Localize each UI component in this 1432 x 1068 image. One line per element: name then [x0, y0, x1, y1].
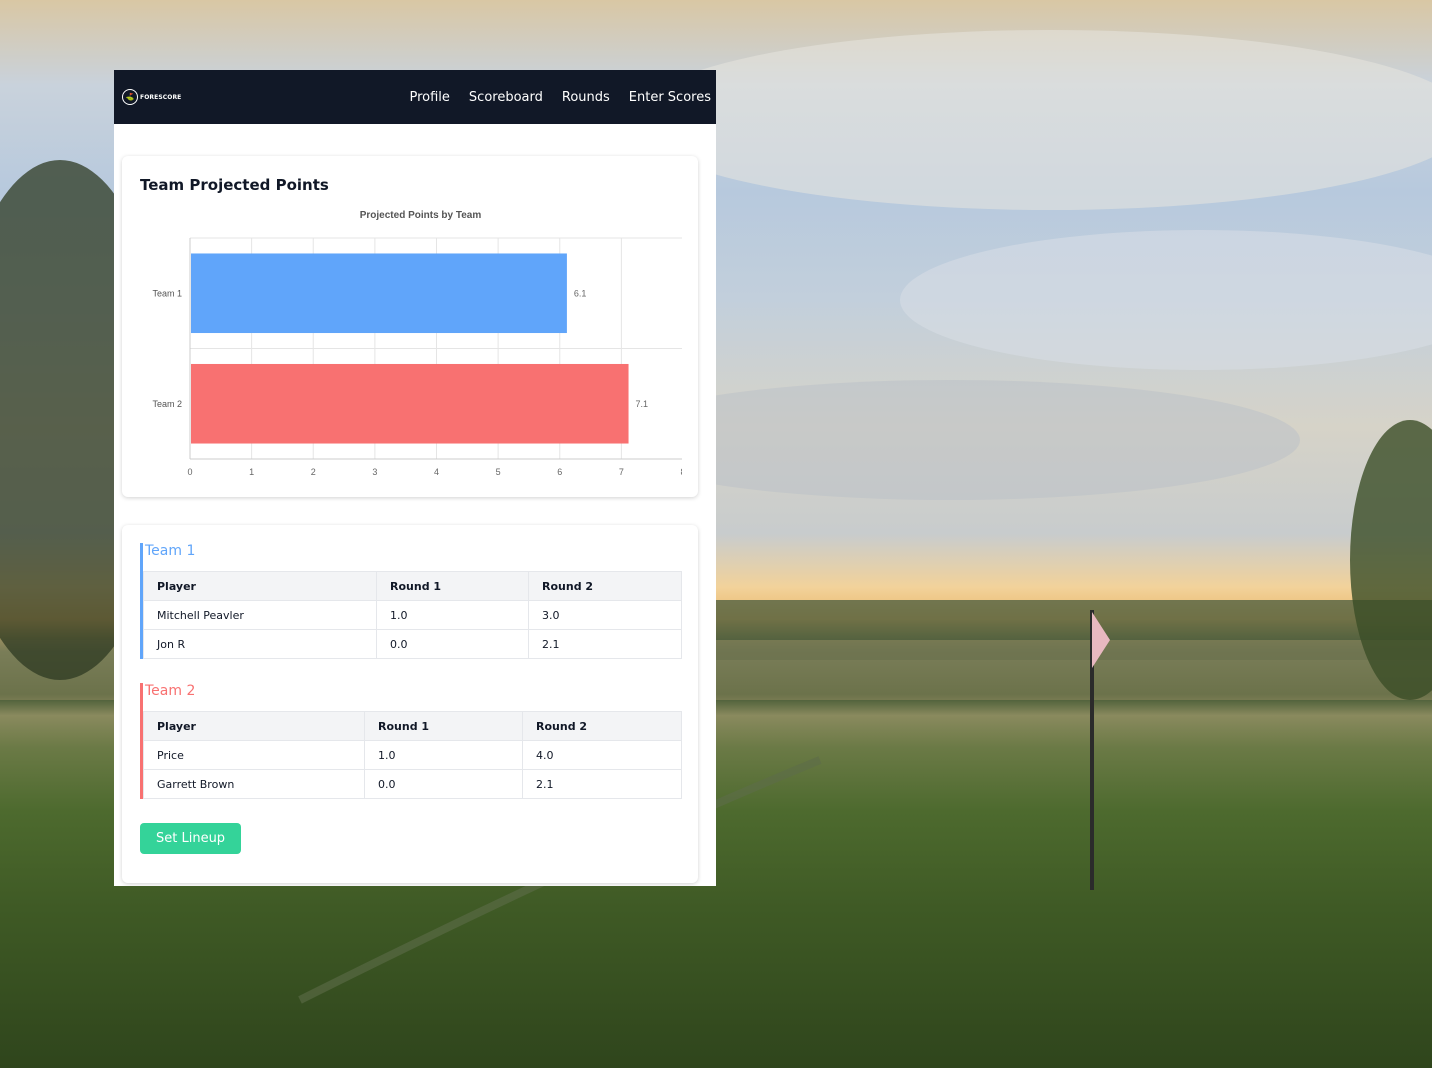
x-tick-label: 0	[187, 467, 192, 477]
table-row: Jon R 0.0 2.1	[143, 629, 682, 659]
x-tick-label: 1	[249, 467, 254, 477]
team-title: Team 1	[145, 543, 196, 559]
team-table: Player Round 1 Round 2 Mitchell Peavler 1.0 3…	[143, 571, 682, 659]
table-cell: Mitchell Peavler	[143, 600, 377, 630]
x-tick-label: 4	[434, 467, 439, 477]
column-header: Player	[143, 571, 377, 601]
team-title: Team 2	[145, 683, 196, 699]
column-header: Player	[143, 711, 365, 741]
table-cell: 0.0	[364, 769, 523, 799]
table-cell: 1.0	[364, 740, 523, 770]
table-row: Price 1.0 4.0	[143, 740, 682, 770]
nav-link-profile[interactable]: Profile	[410, 90, 450, 105]
teams-list: Team 1 Player Round 1 Round 2 Mitchell Peavl…	[140, 543, 682, 799]
table-cell: Garrett Brown	[143, 769, 365, 799]
bar	[191, 253, 567, 334]
chart-title: Projected Points by Team	[360, 210, 482, 221]
logo-icon: ⛳	[122, 89, 138, 105]
team-section: Team 1 Player Round 1 Round 2 Mitchell Peavl…	[140, 543, 682, 659]
top-navbar: ⛳ FORESCORE Profile Scoreboard Rounds En…	[114, 70, 716, 124]
table-cell: Jon R	[143, 629, 377, 659]
table-cell: 4.0	[522, 740, 682, 770]
table-cell: 2.1	[528, 629, 682, 659]
bar-value-label: 6.1	[574, 288, 587, 298]
x-tick-label: 2	[311, 467, 316, 477]
column-header: Round 1	[364, 711, 523, 741]
table-cell: 3.0	[528, 600, 682, 630]
table-row: Mitchell Peavler 1.0 3.0	[143, 600, 682, 630]
y-category-label: Team 2	[152, 399, 182, 409]
brand[interactable]: ⛳ FORESCORE	[122, 89, 181, 105]
teams-card: Team 1 Player Round 1 Round 2 Mitchell Peavl…	[122, 525, 698, 883]
table-cell: Price	[143, 740, 365, 770]
nav-link-enter-scores[interactable]: Enter Scores	[629, 90, 711, 105]
column-header: Round 1	[376, 571, 529, 601]
nav-link-scoreboard[interactable]: Scoreboard	[469, 90, 543, 105]
table-header-row: Player Round 1 Round 2	[143, 571, 682, 601]
column-header: Round 2	[522, 711, 682, 741]
x-tick-label: 6	[557, 467, 562, 477]
table-cell: 2.1	[522, 769, 682, 799]
bar	[191, 363, 629, 444]
card-title: Team Projected Points	[140, 176, 329, 194]
projected-points-chart: Projected Points by Team 0 1 2 3 4 5 6 7 8 Team 1 6…	[152, 210, 685, 477]
column-header: Round 2	[528, 571, 682, 601]
team-section: Team 2 Player Round 1 Round 2 Price 1.0 4.0 Gar…	[140, 683, 682, 799]
main-content: Team Projected Points Projected Points b…	[114, 124, 716, 883]
nav-links: Profile Scoreboard Rounds Enter Scores	[410, 90, 712, 105]
x-tick-label: 8	[680, 467, 682, 477]
bar-value-label: 7.1	[636, 399, 649, 409]
x-tick-label: 7	[619, 467, 624, 477]
set-lineup-button[interactable]: Set Lineup	[140, 823, 242, 854]
app-window: ⛳ FORESCORE Profile Scoreboard Rounds En…	[114, 70, 716, 886]
y-category-label: Team 1	[152, 288, 182, 298]
table-cell: 1.0	[376, 600, 529, 630]
x-tick-label: 5	[496, 467, 501, 477]
projected-points-card: Team Projected Points Projected Points b…	[122, 156, 698, 497]
team-table: Player Round 1 Round 2 Price 1.0 4.0 Garrett B…	[143, 711, 682, 799]
brand-name: FORESCORE	[140, 93, 182, 101]
table-header-row: Player Round 1 Round 2	[143, 711, 682, 741]
x-tick-label: 3	[372, 467, 377, 477]
table-cell: 0.0	[376, 629, 529, 659]
nav-link-rounds[interactable]: Rounds	[562, 90, 610, 105]
table-row: Garrett Brown 0.0 2.1	[143, 769, 682, 799]
